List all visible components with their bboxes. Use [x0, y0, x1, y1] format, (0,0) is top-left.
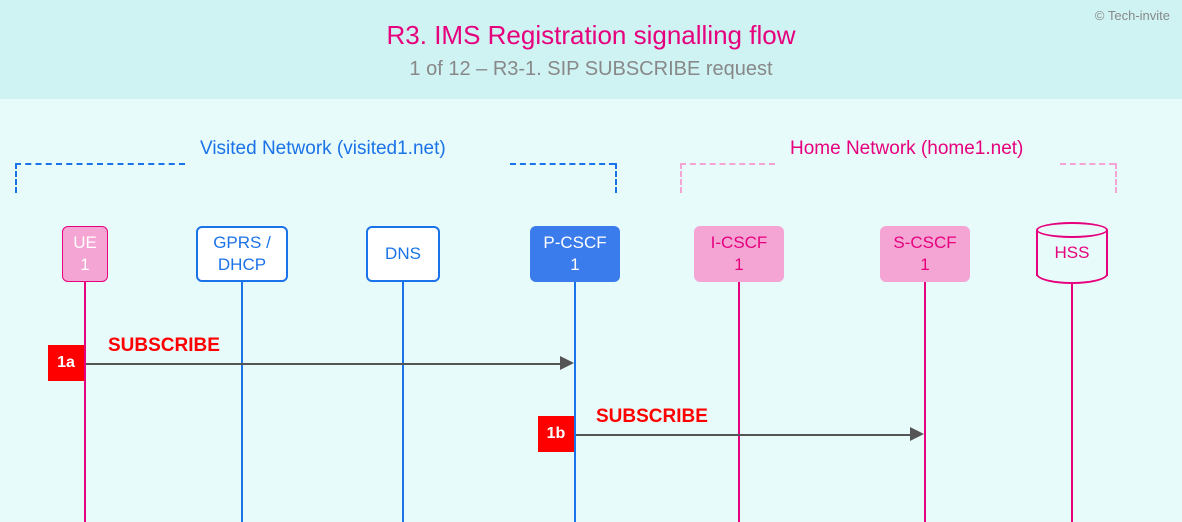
arrow-1b-head: [910, 427, 924, 441]
visited-bracket-r-end: [615, 163, 617, 193]
arrow-1b: [576, 434, 912, 436]
node-s-cscf: S-CSCF 1: [880, 226, 970, 282]
node-hss: HSS: [1036, 222, 1108, 284]
msg-1a-label: SUBSCRIBE: [108, 335, 220, 357]
lifeline-dns: [402, 282, 404, 522]
home-bracket-left: [680, 163, 775, 183]
arrow-1a-head: [560, 356, 574, 370]
lifeline-pcscf: [574, 282, 576, 522]
diagram-title: R3. IMS Registration signalling flow: [0, 20, 1182, 51]
arrow-1a: [86, 363, 562, 365]
hss-label: HSS: [1036, 230, 1108, 276]
lifeline-icscf: [738, 282, 740, 522]
visited-network-label: Visited Network (visited1.net): [200, 138, 446, 160]
node-ue: UE 1: [62, 226, 108, 282]
home-network-label: Home Network (home1.net): [790, 138, 1023, 160]
visited-bracket-l-end: [15, 163, 17, 193]
lifeline-gprs: [241, 282, 243, 522]
node-i-cscf: I-CSCF 1: [694, 226, 784, 282]
msg-1b-box: 1b: [538, 416, 574, 452]
diagram-subtitle: 1 of 12 – R3-1. SIP SUBSCRIBE request: [0, 58, 1182, 81]
node-dns: DNS: [366, 226, 440, 282]
home-bracket-right: [1060, 163, 1115, 183]
node-gprs-dhcp: GPRS / DHCP: [196, 226, 288, 282]
msg-1b-label: SUBSCRIBE: [596, 406, 708, 428]
visited-bracket-left: [15, 163, 185, 183]
lifeline-hss: [1071, 282, 1073, 522]
msg-1a-box: 1a: [48, 345, 84, 381]
home-bracket-l-end: [680, 163, 682, 193]
home-bracket-r-end: [1115, 163, 1117, 193]
node-p-cscf: P-CSCF 1: [530, 226, 620, 282]
visited-bracket-right: [510, 163, 615, 183]
lifeline-scscf: [924, 282, 926, 522]
lifeline-ue: [84, 282, 86, 522]
